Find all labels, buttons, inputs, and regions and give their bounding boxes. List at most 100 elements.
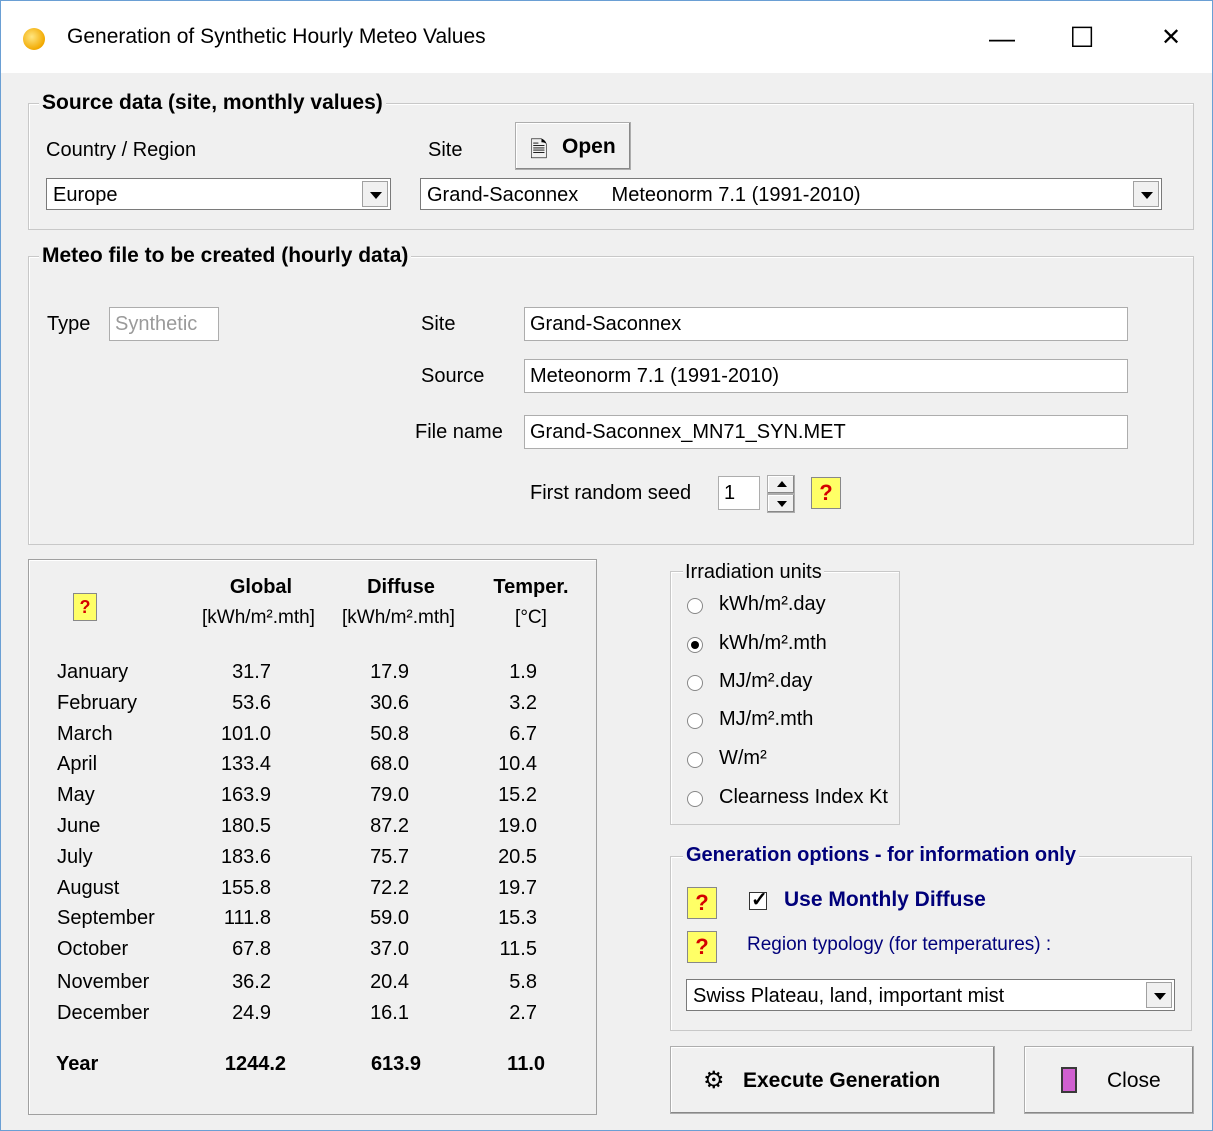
country-label: Country / Region xyxy=(46,139,197,161)
unit-option-label[interactable]: MJ/m².day xyxy=(719,670,812,693)
unit-option-label[interactable]: MJ/m².mth xyxy=(719,708,813,731)
diffuse-value: 16.1 xyxy=(370,1002,409,1024)
exit-door-icon xyxy=(1061,1067,1077,1093)
window-title: Generation of Synthetic Hourly Meteo Val… xyxy=(67,25,486,48)
global-value: 180.5 xyxy=(220,815,271,837)
site-value: Grand-Saconnex Meteonorm 7.1 (1991-2010) xyxy=(427,184,861,206)
region-typology-label: Region typology (for temperatures) : xyxy=(747,934,1052,955)
temp-value: 15.2 xyxy=(498,784,537,806)
arrow-down-icon xyxy=(777,501,787,507)
diffuse-value: 87.2 xyxy=(370,815,409,837)
open-label: Open xyxy=(562,135,616,158)
year-label: Year xyxy=(56,1053,99,1075)
close-label: Close xyxy=(1107,1069,1161,1092)
global-value: 133.4 xyxy=(220,753,271,775)
temp-value: 19.7 xyxy=(498,877,537,899)
unit-option-label[interactable]: Clearness Index Kt xyxy=(719,786,888,809)
month-label: November xyxy=(57,971,150,993)
meteo-site-value: Grand-Saconnex xyxy=(530,313,682,335)
table-help-icon[interactable]: ? xyxy=(73,593,97,621)
site-select[interactable]: Grand-Saconnex Meteonorm 7.1 (1991-2010) xyxy=(420,178,1162,210)
close-window-button[interactable]: ✕ xyxy=(1148,15,1194,61)
document-icon: 🗎 xyxy=(530,137,548,162)
use-monthly-diffuse-label[interactable]: Use Monthly Diffuse xyxy=(784,888,986,912)
filename-value: Grand-Saconnex_MN71_SYN.MET xyxy=(530,421,846,443)
unit-option-label[interactable]: kWh/m².mth xyxy=(719,632,827,655)
month-label: September xyxy=(57,907,155,929)
global-value: 101.0 xyxy=(220,723,271,745)
month-label: July xyxy=(57,846,93,868)
meteo-source-input[interactable]: Meteonorm 7.1 (1991-2010) xyxy=(524,359,1128,393)
month-label: December xyxy=(57,1002,150,1024)
year-global: 1244.2 xyxy=(224,1053,286,1075)
chevron-down-icon[interactable] xyxy=(362,181,388,207)
meteo-site-label: Site xyxy=(421,313,456,335)
unit-radio[interactable] xyxy=(687,791,703,807)
diffuse-value: 75.7 xyxy=(370,846,409,868)
seed-down-button[interactable] xyxy=(767,494,795,513)
unit-radio[interactable] xyxy=(687,752,703,768)
chevron-down-icon[interactable] xyxy=(1146,982,1172,1008)
country-value: Europe xyxy=(53,184,118,206)
global-value: 155.8 xyxy=(220,877,271,899)
region-typology-select[interactable]: Swiss Plateau, land, important mist xyxy=(686,979,1175,1011)
column-diffuse-header: Diffuse xyxy=(367,576,435,598)
open-button[interactable]: 🗎 Open xyxy=(515,122,631,170)
month-label: January xyxy=(57,661,129,683)
seed-label: First random seed xyxy=(530,482,692,504)
execute-generation-label: Execute Generation xyxy=(743,1069,941,1092)
meteo-site-input[interactable]: Grand-Saconnex xyxy=(524,307,1128,341)
maximize-button[interactable]: ☐ xyxy=(1059,15,1105,61)
seed-value: 1 xyxy=(724,482,736,504)
gears-icon: ⚙ xyxy=(703,1067,725,1094)
unit-option-label[interactable]: W/m² xyxy=(719,747,767,770)
month-label: February xyxy=(57,692,138,714)
global-value: 183.6 xyxy=(220,846,271,868)
month-label: May xyxy=(57,784,95,806)
close-button[interactable]: Close xyxy=(1024,1046,1194,1114)
global-value: 36.2 xyxy=(232,971,271,993)
main-window: Generation of Synthetic Hourly Meteo Val… xyxy=(0,0,1213,1131)
minimize-button[interactable]: — xyxy=(979,15,1025,61)
global-value: 24.9 xyxy=(232,1002,271,1024)
year-diffuse: 613.9 xyxy=(370,1053,421,1075)
temp-value: 3.2 xyxy=(509,692,537,714)
unit-option-label[interactable]: kWh/m².day xyxy=(719,593,826,616)
chevron-down-icon[interactable] xyxy=(1133,181,1159,207)
unit-radio[interactable] xyxy=(687,675,703,691)
unit-radio[interactable] xyxy=(687,598,703,614)
use-monthly-diffuse-checkbox[interactable]: ✓ xyxy=(749,889,768,911)
seed-help-icon[interactable]: ? xyxy=(811,477,841,509)
temp-value: 2.7 xyxy=(509,1002,537,1024)
unit-radio[interactable] xyxy=(687,637,703,653)
column-temp-unit: [°C] xyxy=(515,607,547,628)
diffuse-value: 17.9 xyxy=(370,661,409,683)
temp-value: 19.0 xyxy=(498,815,537,837)
execute-generation-button[interactable]: ⚙ Execute Generation xyxy=(670,1046,995,1114)
seed-up-button[interactable] xyxy=(767,475,795,494)
global-value: 67.8 xyxy=(232,938,271,960)
region-typology-value: Swiss Plateau, land, important mist xyxy=(693,985,1005,1007)
global-value: 163.9 xyxy=(220,784,271,806)
year-temp: 11.0 xyxy=(507,1053,545,1075)
unit-radio[interactable] xyxy=(687,713,703,729)
column-global-header: Global xyxy=(229,576,293,598)
region-help-icon[interactable]: ? xyxy=(687,931,717,963)
country-select[interactable]: Europe xyxy=(46,178,391,210)
meteo-file-label: Meteo file to be created (hourly data) xyxy=(39,244,412,268)
temp-value: 11.5 xyxy=(499,938,537,960)
type-field: Synthetic xyxy=(109,307,219,341)
global-value: 31.7 xyxy=(232,661,271,683)
month-label: August xyxy=(57,877,120,899)
meteo-source-value: Meteonorm 7.1 (1991-2010) xyxy=(530,365,780,387)
generation-options-label: Generation options - for information onl… xyxy=(683,844,1079,867)
diffuse-value: 79.0 xyxy=(370,784,409,806)
app-icon xyxy=(23,28,45,50)
diffuse-value: 72.2 xyxy=(370,877,409,899)
filename-input[interactable]: Grand-Saconnex_MN71_SYN.MET xyxy=(524,415,1128,449)
meteo-source-label: Source xyxy=(421,365,485,387)
seed-input[interactable]: 1 xyxy=(718,476,760,510)
diffuse-value: 20.4 xyxy=(370,971,409,993)
diffuse-help-icon[interactable]: ? xyxy=(687,887,717,919)
column-diffuse-unit: [kWh/m².mth] xyxy=(342,607,455,628)
